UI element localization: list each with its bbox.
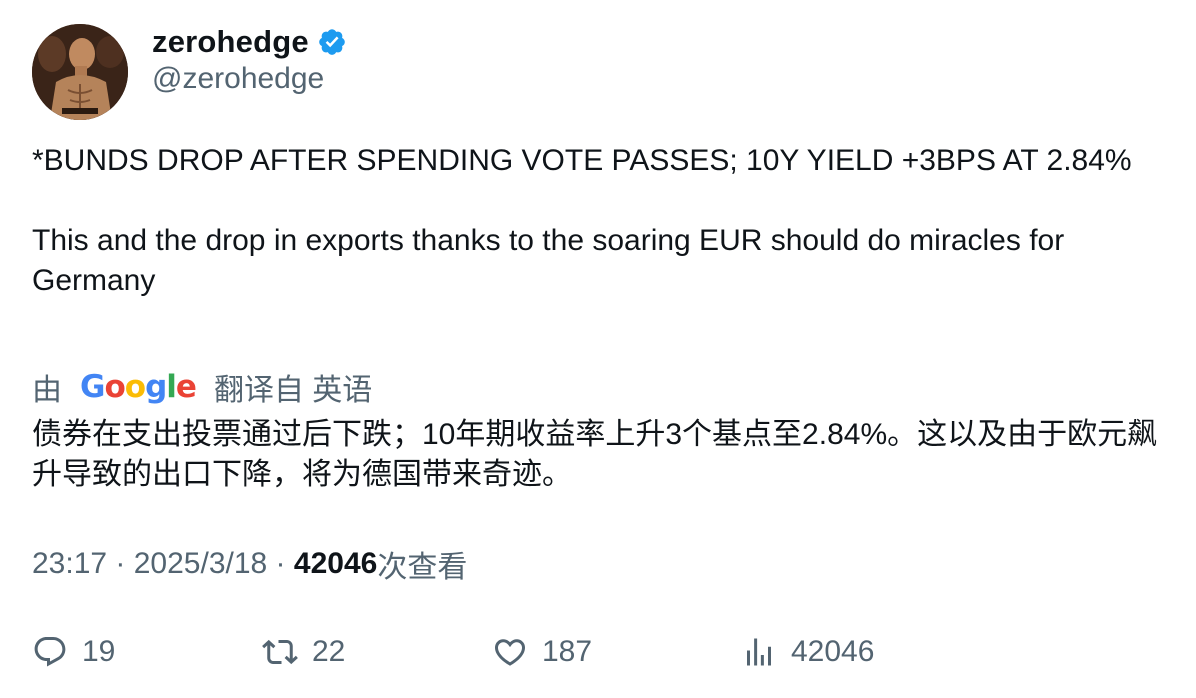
translated-text: 债券在支出投票通过后下跌；10年期收益率上升3个基点至2.84%。这以及由于欧元… xyxy=(32,418,1158,491)
tweet-text: *BUNDS DROP AFTER SPENDING VOTE PASSES; … xyxy=(32,141,1162,301)
analytics-icon xyxy=(747,638,771,666)
tweet-paragraph: This and the drop in exports thanks to t… xyxy=(32,224,1065,297)
tweet-meta: 23:17 · 2025/3/18 · 42046 次查看 xyxy=(32,544,467,584)
meta-separator: · xyxy=(267,547,294,580)
reply-icon xyxy=(34,637,66,667)
tweet-date[interactable]: 2025/3/18 xyxy=(134,547,267,581)
reply-button[interactable]: 19 xyxy=(32,630,115,674)
retweet-icon xyxy=(262,639,298,665)
like-button[interactable]: 187 xyxy=(492,630,592,674)
author-name-row: zerohedge xyxy=(152,22,347,62)
meta-separator: · xyxy=(107,547,134,580)
views-button[interactable]: 42046 xyxy=(741,630,874,674)
tweet-time[interactable]: 23:17 xyxy=(32,547,107,581)
tweet-paragraph: *BUNDS DROP AFTER SPENDING VOTE PASSES; … xyxy=(32,144,1132,177)
google-logo: Google xyxy=(80,369,197,405)
like-count: 187 xyxy=(542,635,593,668)
retweet-count: 22 xyxy=(312,635,346,668)
translation-from-label: 翻译自 英语 xyxy=(213,374,373,407)
reply-count: 19 xyxy=(82,635,116,668)
views-action-count: 42046 xyxy=(791,635,875,668)
retweet-button[interactable]: 22 xyxy=(262,630,345,674)
tweet: zerohedge @zerohedge *BUNDS DROP AFTER S… xyxy=(0,0,1196,698)
avatar-image xyxy=(32,24,128,120)
action-bar: 19 22 187 42046 xyxy=(0,630,1196,674)
heart-icon xyxy=(494,639,526,666)
views-label: 次查看 xyxy=(377,551,468,584)
views-count: 42046 xyxy=(293,547,378,580)
translation-attribution[interactable]: 由 Google 翻译自 英语 xyxy=(32,367,372,407)
author-handle[interactable]: @zerohedge xyxy=(152,62,324,96)
avatar[interactable] xyxy=(32,24,128,120)
author-display-name[interactable]: zerohedge xyxy=(152,24,309,60)
translation-by-label: 由 xyxy=(32,374,62,407)
verified-badge-icon[interactable] xyxy=(317,27,347,57)
